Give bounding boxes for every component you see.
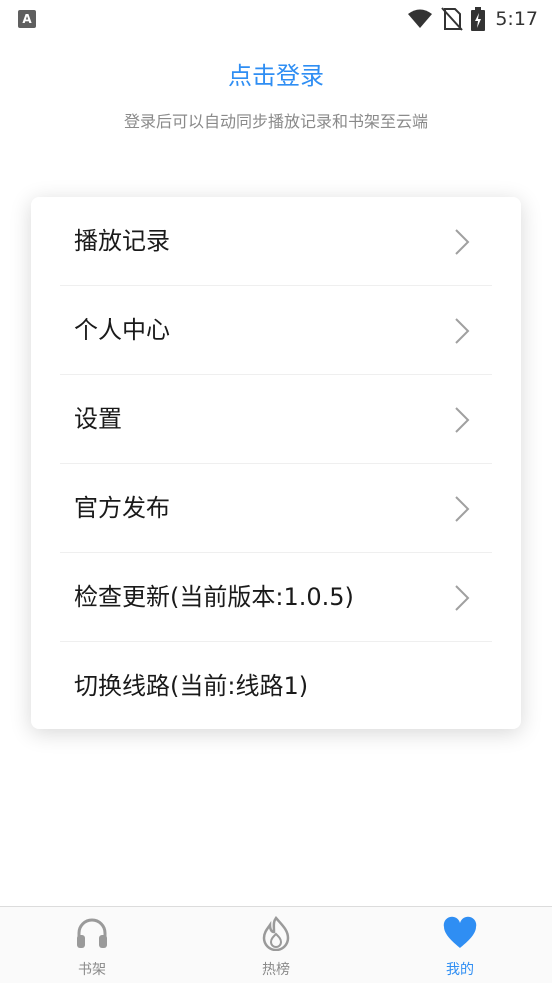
status-icons: 5:17 (407, 6, 538, 32)
menu-item-label: 官方发布 (74, 494, 170, 522)
menu-item-check-update[interactable]: 检查更新(当前版本:1.0.5) (60, 553, 492, 642)
chevron-right-icon (455, 585, 470, 611)
tab-label: 热榜 (262, 962, 290, 978)
menu-card: 播放记录 个人中心 设置 官方发布 检查更新(当前版本:1.0.5) 切换线路(… (31, 197, 521, 729)
status-time: 5:17 (495, 8, 538, 30)
bottom-nav: 书架 热榜 我的 (0, 906, 552, 983)
status-bar: A 5:17 (0, 0, 552, 38)
menu-item-label: 检查更新(当前版本:1.0.5) (74, 583, 354, 611)
chevron-right-icon (455, 496, 470, 522)
menu-item-label: 设置 (74, 405, 122, 433)
tab-bookshelf[interactable]: 书架 (0, 907, 184, 984)
menu-item-play-history[interactable]: 播放记录 (60, 197, 492, 286)
chevron-right-icon (455, 318, 470, 344)
flame-icon (262, 916, 290, 951)
app-notification-icon: A (18, 10, 36, 28)
login-hint: 登录后可以自动同步播放记录和书架至云端 (123, 112, 428, 131)
login-link[interactable]: 点击登录 (0, 56, 552, 91)
chevron-right-icon (455, 229, 470, 255)
menu-item-label: 个人中心 (74, 316, 170, 344)
battery-charging-icon (471, 7, 486, 31)
tab-label: 书架 (78, 962, 106, 978)
tab-label: 我的 (446, 962, 474, 978)
wifi-icon (408, 9, 433, 28)
no-sim-icon (441, 7, 464, 31)
headphones-icon (77, 918, 107, 948)
chevron-right-icon (455, 407, 470, 433)
menu-item-label: 播放记录 (74, 227, 170, 255)
tab-mine[interactable]: 我的 (368, 907, 552, 984)
menu-item-profile[interactable]: 个人中心 (60, 286, 492, 375)
menu-item-switch-route[interactable]: 切换线路(当前:线路1) (60, 642, 492, 731)
tab-hot-list[interactable]: 热榜 (184, 907, 368, 984)
menu-item-settings[interactable]: 设置 (60, 375, 492, 464)
menu-item-official-release[interactable]: 官方发布 (60, 464, 492, 553)
heart-icon (443, 916, 477, 948)
menu-item-label: 切换线路(当前:线路1) (74, 672, 309, 700)
